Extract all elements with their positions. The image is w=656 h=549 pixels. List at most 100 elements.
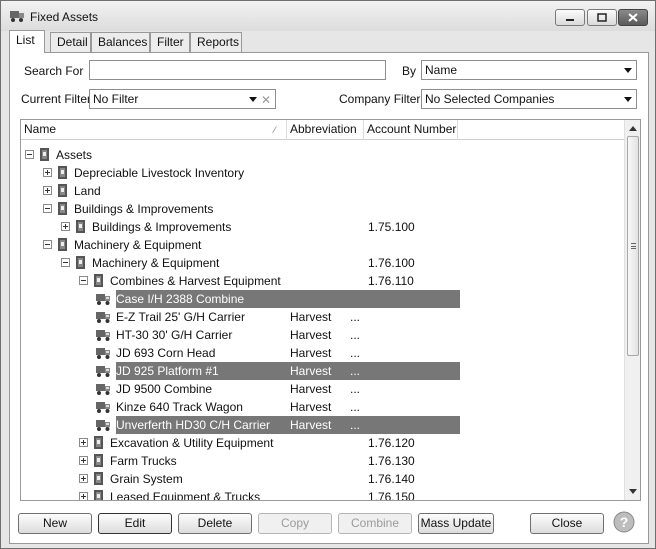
combine-button[interactable]: Combine — [338, 513, 412, 534]
truck-icon — [96, 312, 110, 323]
minimize-button[interactable] — [555, 9, 585, 26]
column-header-abbreviation[interactable]: Abbreviation — [287, 120, 364, 140]
scroll-thumb[interactable] — [627, 136, 639, 356]
row-name: Excavation & Utility Equipment — [110, 436, 274, 450]
current-filter-select[interactable]: No Filter ✕ — [89, 89, 276, 109]
tab-balances[interactable]: Balances — [91, 32, 150, 52]
tree-row[interactable]: Assets — [21, 146, 624, 164]
tree-row[interactable]: HT-30 30' G/H Carrier Harvest... — [21, 326, 624, 344]
search-input[interactable] — [89, 60, 386, 80]
truck-icon — [96, 294, 110, 305]
row-abbreviation: Harvest — [290, 400, 332, 414]
tree-row[interactable]: Buildings & Improvements 1.75.100 — [21, 218, 624, 236]
list-panel: Search For By Name Current Filter No Fil… — [9, 52, 649, 544]
tree-row[interactable]: JD 925 Platform #1 Harvest... — [21, 362, 624, 380]
tree-row[interactable]: Buildings & Improvements — [21, 200, 624, 218]
edit-button[interactable]: Edit — [98, 513, 172, 534]
tree-row[interactable]: E-Z Trail 25' G/H Carrier Harvest... — [21, 308, 624, 326]
tree-row[interactable]: Machinery & Equipment — [21, 236, 624, 254]
row-account-number: 1.75.100 — [368, 220, 415, 234]
tab-filter[interactable]: Filter — [150, 32, 190, 52]
tree-row[interactable]: Unverferth HD30 C/H Carrier Harvest... — [21, 416, 624, 434]
column-header-account-number[interactable]: Account Number — [364, 120, 458, 140]
collapse-icon[interactable] — [43, 240, 52, 249]
current-filter-label: Current Filter — [21, 92, 92, 106]
close-icon — [628, 13, 638, 22]
minimize-icon — [566, 18, 574, 21]
ledger-book-icon — [58, 184, 67, 197]
collapse-icon[interactable] — [79, 276, 88, 285]
tab-detail[interactable]: Detail — [50, 32, 91, 52]
tree-row[interactable]: Combines & Harvest Equipment 1.76.110 — [21, 272, 624, 290]
clear-filter-icon[interactable]: ✕ — [261, 91, 271, 109]
tab-reports[interactable]: Reports — [190, 32, 242, 52]
row-account-number: ... — [350, 310, 361, 324]
ledger-book-icon — [76, 256, 85, 269]
title-bar: Fixed Assets — [1, 1, 655, 31]
expand-icon[interactable] — [79, 438, 88, 447]
row-account-number: 1.76.130 — [368, 454, 415, 468]
tree-row[interactable]: JD 9500 Combine Harvest... — [21, 380, 624, 398]
collapse-icon[interactable] — [61, 258, 70, 267]
tree-row[interactable]: JD 693 Corn Head Harvest... — [21, 344, 624, 362]
expand-icon[interactable] — [43, 168, 52, 177]
row-name: Grain System — [110, 472, 183, 486]
vertical-scrollbar[interactable] — [624, 120, 640, 500]
maximize-button[interactable] — [587, 9, 617, 26]
row-name: JD 925 Platform #1 — [116, 364, 219, 378]
copy-button[interactable]: Copy — [258, 513, 332, 534]
expand-icon[interactable] — [79, 474, 88, 483]
collapse-icon[interactable] — [25, 150, 34, 159]
delete-button[interactable]: Delete — [178, 513, 252, 534]
tab-list[interactable]: List — [9, 30, 45, 53]
ledger-book-icon — [58, 238, 67, 251]
ledger-book-icon — [40, 148, 49, 161]
row-name: E-Z Trail 25' G/H Carrier — [116, 310, 245, 324]
expand-icon[interactable] — [79, 456, 88, 465]
tree-row[interactable]: Kinze 640 Track Wagon Harvest... — [21, 398, 624, 416]
by-label: By — [402, 64, 417, 78]
truck-icon — [96, 384, 110, 395]
grip-icon — [631, 243, 636, 249]
row-name: Combines & Harvest Equipment — [110, 274, 281, 288]
row-account-number: ... — [350, 346, 361, 360]
chevron-down-icon — [249, 97, 257, 102]
column-header-name[interactable]: Name — [21, 120, 287, 140]
truck-icon — [96, 402, 110, 413]
company-filter-select[interactable]: No Selected Companies — [421, 89, 637, 109]
expand-icon[interactable] — [79, 492, 88, 500]
tree-row[interactable]: Land — [21, 182, 624, 200]
close-button[interactable]: Close — [530, 513, 604, 534]
by-select[interactable]: Name — [421, 60, 637, 80]
fixed-assets-window: Fixed Assets List Detail Balances Filter… — [0, 0, 656, 549]
ledger-book-icon — [58, 202, 67, 215]
tree-row[interactable]: Leased Equipment & Trucks 1.76.150 — [21, 488, 624, 501]
row-abbreviation: Harvest — [290, 346, 332, 360]
row-name: JD 9500 Combine — [116, 382, 213, 396]
new-button[interactable]: New — [18, 513, 92, 534]
expand-icon[interactable] — [61, 222, 70, 231]
row-name: Machinery & Equipment — [74, 238, 202, 252]
ledger-book-icon — [94, 436, 103, 449]
tree-row[interactable]: Depreciable Livestock Inventory — [21, 164, 624, 182]
help-icon[interactable]: ? — [613, 511, 635, 533]
row-name: Leased Equipment & Trucks — [110, 490, 261, 501]
tree-row[interactable]: Machinery & Equipment 1.76.100 — [21, 254, 624, 272]
chevron-down-icon — [624, 97, 632, 102]
mass-update-button[interactable]: Mass Update — [418, 513, 494, 534]
ledger-book-icon — [94, 274, 103, 287]
truck-icon — [96, 348, 110, 359]
collapse-icon[interactable] — [43, 204, 52, 213]
tree-row[interactable]: Case I/H 2388 Combine — [21, 290, 624, 308]
scroll-down-icon[interactable] — [629, 489, 637, 494]
close-window-button[interactable] — [618, 9, 648, 26]
expand-icon[interactable] — [43, 186, 52, 195]
tree-row[interactable]: Farm Trucks 1.76.130 — [21, 452, 624, 470]
grid-header: Name ⁄ Abbreviation Account Number — [21, 120, 624, 140]
by-select-value: Name — [425, 63, 458, 77]
tree-row[interactable]: Excavation & Utility Equipment 1.76.120 — [21, 434, 624, 452]
row-name: HT-30 30' G/H Carrier — [116, 328, 233, 342]
ledger-book-icon — [58, 166, 67, 179]
tree-row[interactable]: Grain System 1.76.140 — [21, 470, 624, 488]
scroll-up-icon[interactable] — [629, 126, 637, 131]
